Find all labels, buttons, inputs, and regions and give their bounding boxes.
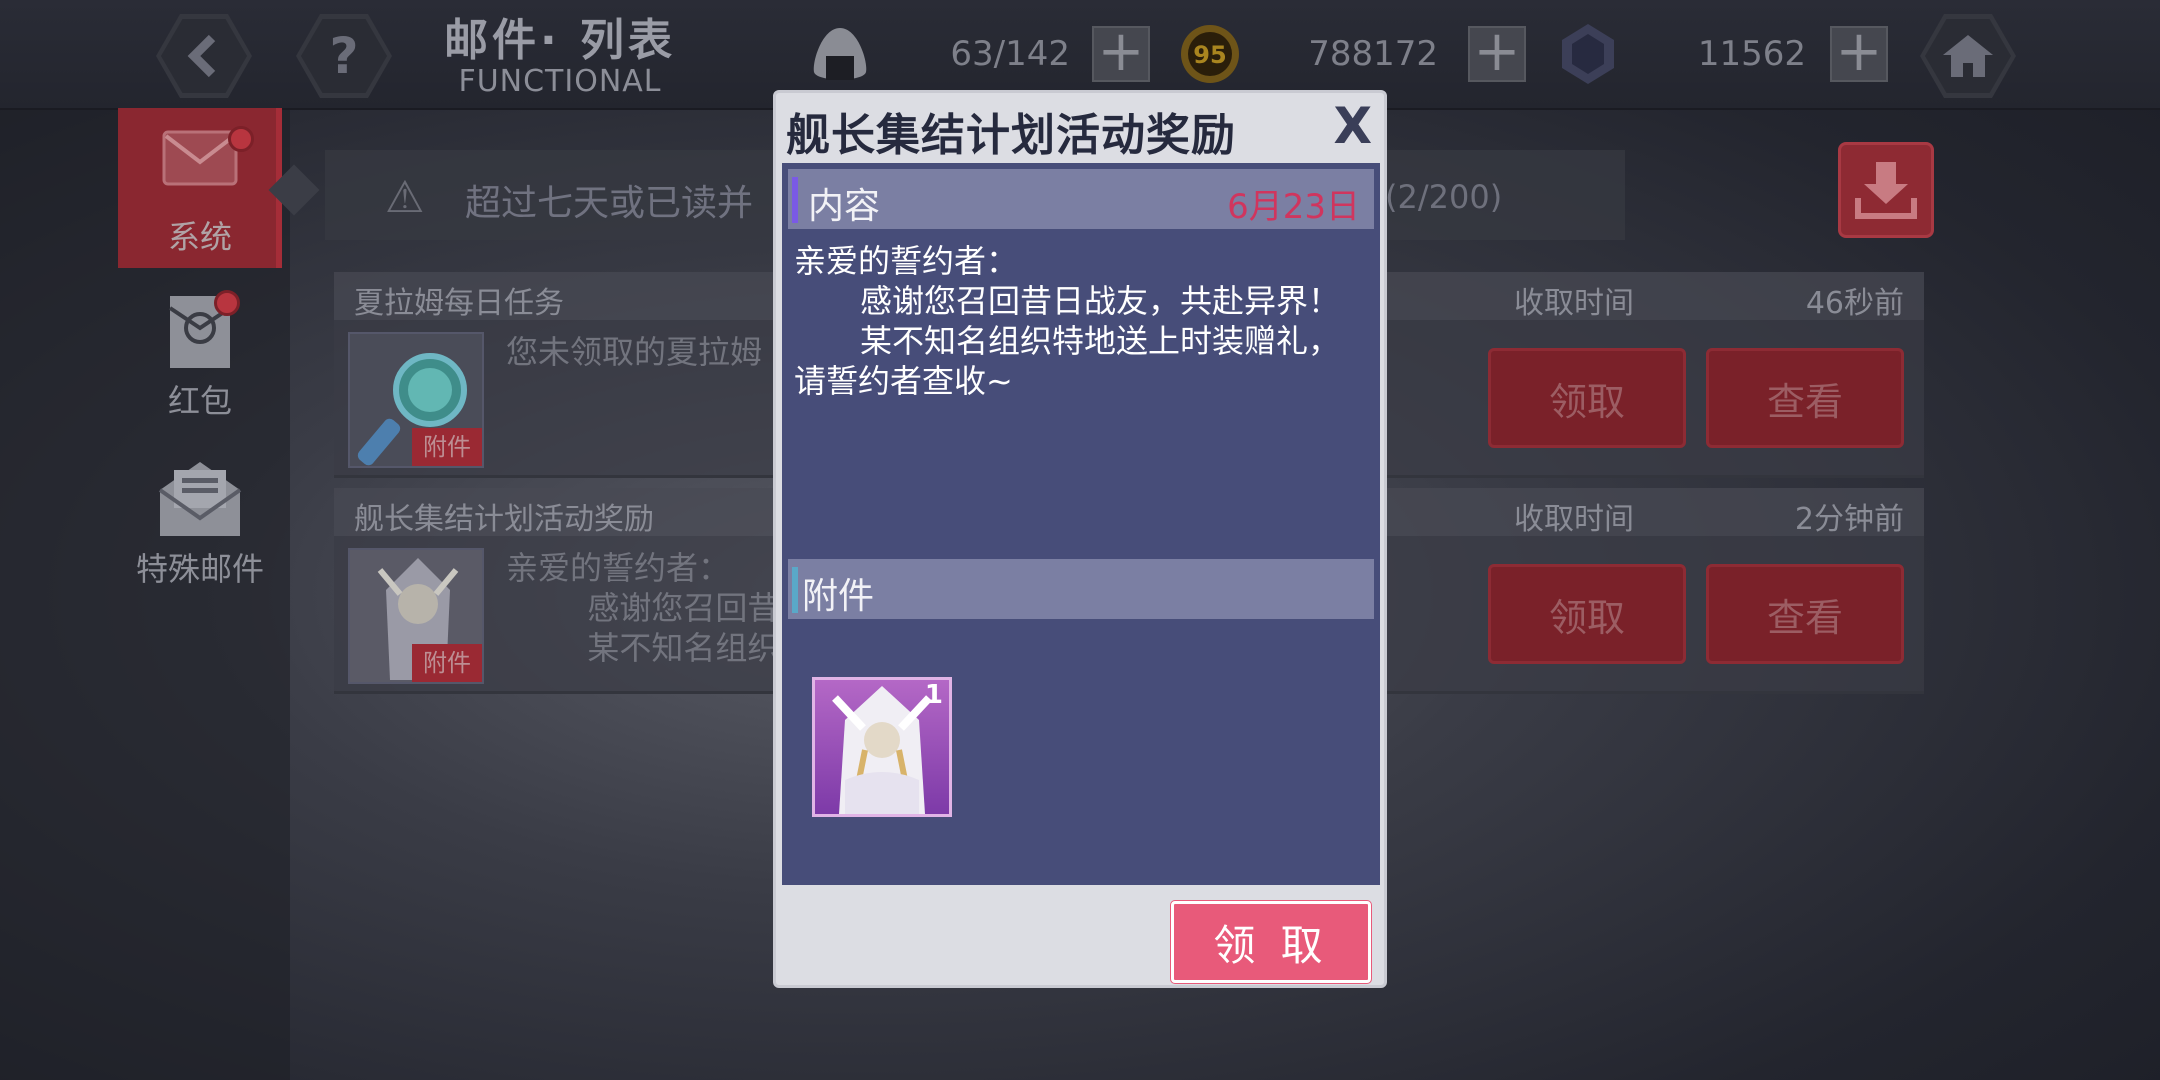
receive-time-label: 收取时间 <box>1514 502 1634 537</box>
mail-view-button[interactable]: 查看 <box>1706 348 1904 448</box>
content-label: 内容 <box>808 186 881 227</box>
sidebar-item-label: 特殊邮件 <box>135 550 264 588</box>
close-button[interactable]: X <box>1333 97 1372 155</box>
crystal-resource: 11562 + <box>1556 22 1896 84</box>
receive-time-label: 收取时间 <box>1514 286 1634 321</box>
envelope-letter-icon <box>158 462 242 536</box>
mail-subject: 夏拉姆每日任务 <box>354 286 564 321</box>
sidebar-item-red-packet[interactable]: 红包 <box>118 280 282 440</box>
warning-icon: ⚠ <box>385 172 425 223</box>
rice-ball-icon <box>813 28 867 80</box>
coin-value: 788172 <box>1308 34 1438 74</box>
mail-detail-dialog: 舰长集结计划活动奖励 X 内容 6月23日 亲爱的誓约者： 感谢您召回昔日战友，… <box>773 90 1387 988</box>
coin-add-button[interactable]: + <box>1468 24 1526 82</box>
dialog-content-panel: 内容 6月23日 亲爱的誓约者： 感谢您召回昔日战友，共赴异界！ 某不知名组织特… <box>782 163 1380 885</box>
coin-icon: 95 <box>1181 25 1239 83</box>
svg-text:95: 95 <box>1193 41 1226 69</box>
attachment-section-header: 附件 <box>788 559 1374 619</box>
mail-subject: 舰长集结计划活动奖励 <box>354 502 654 537</box>
unread-dot <box>228 126 254 152</box>
letter-line: 某不知名组织特地送上时装赠礼， <box>860 322 1341 360</box>
plus-icon: + <box>1097 19 1145 84</box>
attachment-tag: 附件 <box>412 644 482 682</box>
letter-line: 感谢您召回昔日战友，共赴异界！ <box>860 282 1341 320</box>
sidebar-item-system[interactable]: 系统 <box>118 108 282 268</box>
notice-text: 超过七天或已读并 <box>465 183 754 224</box>
item-count: 1 <box>924 680 943 710</box>
plus-icon: + <box>1835 19 1883 84</box>
sidebar-item-special-mail[interactable]: 特殊邮件 <box>118 450 282 610</box>
attachment-label: 附件 <box>802 576 875 617</box>
mail-claim-button[interactable]: 领取 <box>1488 348 1686 448</box>
unread-dot <box>214 290 240 316</box>
home-icon <box>1943 35 1993 77</box>
attachment-item[interactable]: 1 <box>812 677 952 817</box>
mail-preview: 亲爱的誓约者： 感谢您召回昔 某不知名组织 <box>506 549 780 667</box>
question-icon: ? <box>329 27 359 85</box>
receive-time: 2分钟前 <box>1794 502 1904 537</box>
mail-view-button[interactable]: 查看 <box>1706 564 1904 664</box>
letter-line: 请誓约者查收~ <box>794 362 1013 400</box>
mail-icon <box>162 130 238 186</box>
back-button[interactable] <box>156 14 252 98</box>
chevron-left-icon <box>187 34 216 78</box>
stamina-add-button[interactable]: + <box>1092 24 1150 82</box>
download-icon <box>1855 162 1917 219</box>
page-title: 邮件· 列表 <box>443 15 677 66</box>
stamina-resource: 63/142 + <box>800 22 1160 84</box>
mail-preview: 您未领取的夏拉姆 <box>506 333 763 371</box>
stamina-value: 63/142 <box>950 34 1070 74</box>
coin-resource: 95 788172 + <box>1178 22 1538 84</box>
mail-attachment-thumb: 附件 <box>348 548 484 684</box>
mail-date: 6月23日 <box>1227 187 1360 227</box>
page-title-block: 邮件· 列表 FUNCTIONAL <box>440 4 680 99</box>
attachment-tag: 附件 <box>412 428 482 466</box>
claim-all-button[interactable] <box>1838 142 1934 238</box>
letter-body: 亲爱的誓约者： 感谢您召回昔日战友，共赴异界！ 某不知名组织特地送上时装赠礼， … <box>794 241 1340 401</box>
mail-claim-button[interactable]: 领取 <box>1488 564 1686 664</box>
crystal-icon <box>1562 24 1614 84</box>
sidebar-item-label: 红包 <box>167 382 232 420</box>
letter-greeting: 亲爱的誓约者： <box>794 242 1019 280</box>
page-subtitle: FUNCTIONAL <box>458 64 662 99</box>
mail-attachment-thumb: 附件 <box>348 332 484 468</box>
mail-count: (2/200) <box>1385 178 1503 216</box>
content-section-header: 内容 6月23日 <box>788 169 1374 229</box>
crystal-value: 11562 <box>1697 34 1806 74</box>
section-accent <box>792 177 798 223</box>
section-accent <box>792 567 798 613</box>
home-button[interactable] <box>1920 14 2016 98</box>
crystal-add-button[interactable]: + <box>1830 24 1888 82</box>
plus-icon: + <box>1473 19 1521 84</box>
dialog-claim-button[interactable]: 领 取 <box>1171 901 1371 983</box>
receive-time: 46秒前 <box>1805 286 1904 321</box>
dialog-title: 舰长集结计划活动奖励 <box>786 110 1236 161</box>
sidebar-item-label: 系统 <box>167 218 232 256</box>
help-button[interactable]: ? <box>296 14 392 98</box>
